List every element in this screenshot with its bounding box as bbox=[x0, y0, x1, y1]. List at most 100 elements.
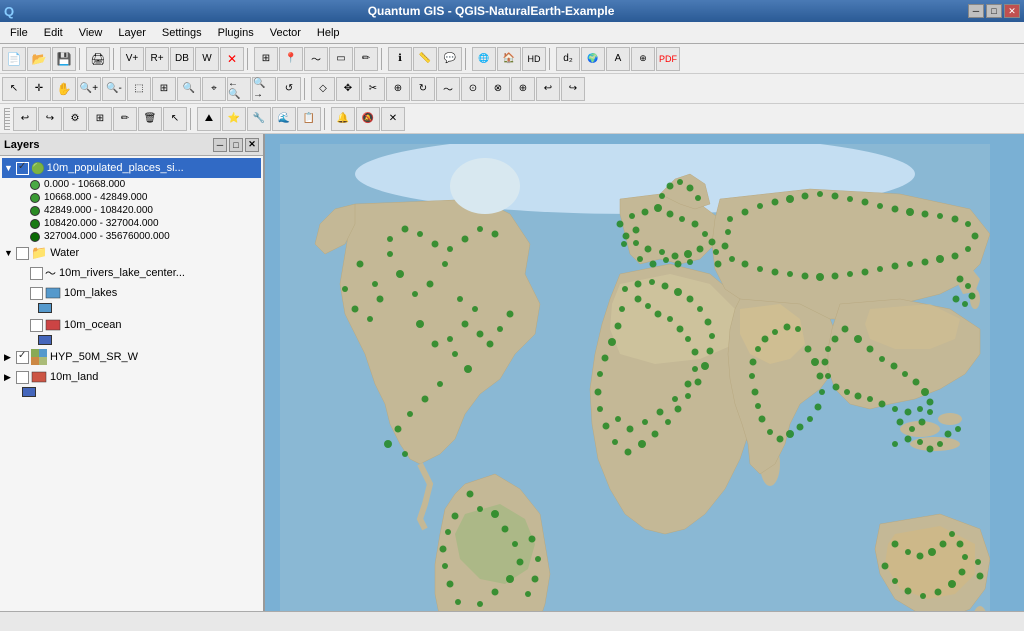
capture-poly-button[interactable]: ▭ bbox=[329, 47, 353, 71]
merge-button[interactable]: ⊕ bbox=[386, 77, 410, 101]
open-table-button[interactable]: ⊞ bbox=[254, 47, 278, 71]
undo-button[interactable]: ↩ bbox=[536, 77, 560, 101]
menu-layer[interactable]: Layer bbox=[110, 25, 154, 41]
add-db-button[interactable]: DB bbox=[170, 47, 194, 71]
add-vector-button[interactable]: V+ bbox=[120, 47, 144, 71]
checkbox-hyp[interactable] bbox=[16, 351, 29, 364]
pan-button[interactable]: ✛ bbox=[27, 77, 51, 101]
fill-ring-button[interactable]: ⊕ bbox=[511, 77, 535, 101]
land-swatch-row bbox=[2, 387, 261, 399]
menu-edit[interactable]: Edit bbox=[36, 25, 71, 41]
open-project-button[interactable]: 📂 bbox=[27, 47, 51, 71]
maximize-button[interactable]: □ bbox=[986, 4, 1002, 18]
measure2-button[interactable]: d₂ bbox=[556, 47, 580, 71]
labeling-button[interactable]: A bbox=[606, 47, 630, 71]
add-wms-button[interactable]: W bbox=[195, 47, 219, 71]
layers-maximize-button[interactable]: □ bbox=[229, 138, 243, 152]
zoom-last-button[interactable]: ←🔍 bbox=[227, 77, 251, 101]
simplify-button[interactable]: 〜 bbox=[436, 77, 460, 101]
remove-layer-button[interactable]: ✕ bbox=[220, 47, 244, 71]
delete-ring-button[interactable]: ⊗ bbox=[486, 77, 510, 101]
annotations-button[interactable]: 💬 bbox=[438, 47, 462, 71]
measure-button[interactable]: 📏 bbox=[413, 47, 437, 71]
zoom-layer-button[interactable]: 🔍 bbox=[177, 77, 201, 101]
capture-point-button[interactable]: 📍 bbox=[279, 47, 303, 71]
minimize-button[interactable]: ─ bbox=[968, 4, 984, 18]
layers-close-button[interactable]: ✕ bbox=[245, 138, 259, 152]
refresh-button[interactable]: ↺ bbox=[277, 77, 301, 101]
zoom-full-button[interactable]: ⊞ bbox=[152, 77, 176, 101]
checkbox-rivers[interactable] bbox=[30, 267, 43, 280]
identify-button[interactable]: ℹ bbox=[388, 47, 412, 71]
menu-file[interactable]: File bbox=[2, 25, 36, 41]
zoom-in-button[interactable]: 🔍+ bbox=[77, 77, 101, 101]
zoom-out-button[interactable]: 🔍- bbox=[102, 77, 126, 101]
settings2-button[interactable]: ⚙ bbox=[63, 107, 87, 131]
layer-row-lakes[interactable]: 10m_lakes bbox=[2, 283, 261, 303]
plugin5-button[interactable]: 📋 bbox=[297, 107, 321, 131]
redo2-button[interactable]: ↪ bbox=[38, 107, 62, 131]
zoom-select-button[interactable]: ⌖ bbox=[202, 77, 226, 101]
edit-button[interactable]: ✏ bbox=[354, 47, 378, 71]
checkbox-lakes[interactable] bbox=[30, 287, 43, 300]
split-button[interactable]: ✂ bbox=[361, 77, 385, 101]
star-button[interactable]: ⭐ bbox=[222, 107, 246, 131]
menu-settings[interactable]: Settings bbox=[154, 25, 210, 41]
menu-help[interactable]: Help bbox=[309, 25, 348, 41]
legend-item-3: 42849.000 - 108420.000 bbox=[2, 204, 261, 217]
legend-item-1: 0.000 - 10668.000 bbox=[2, 178, 261, 191]
redo-button[interactable]: ↪ bbox=[561, 77, 585, 101]
plugin7-button[interactable]: 🔕 bbox=[356, 107, 380, 131]
select-button[interactable]: ↖ bbox=[2, 77, 26, 101]
expand-arrow-land[interactable]: ▶ bbox=[4, 372, 16, 383]
capture-line-button[interactable]: 〜 bbox=[304, 47, 328, 71]
plugin6-button[interactable]: 🔔 bbox=[331, 107, 355, 131]
layer-row-water-group[interactable]: ▼ 📁 Water bbox=[2, 243, 261, 263]
trash-button[interactable]: 🗑 bbox=[138, 107, 162, 131]
new-project-button[interactable]: 📄 bbox=[2, 47, 26, 71]
map-area[interactable] bbox=[265, 134, 1024, 611]
menu-vector[interactable]: Vector bbox=[262, 25, 309, 41]
edit2-button[interactable]: ✏ bbox=[113, 107, 137, 131]
layer-row-hyp[interactable]: ▶ HYP_50M_SR_W bbox=[2, 347, 261, 367]
checkbox-populated[interactable] bbox=[16, 162, 29, 175]
layer-row-rivers[interactable]: 〜 10m_rivers_lake_center... bbox=[2, 263, 261, 283]
zoom-next-button[interactable]: 🔍→ bbox=[252, 77, 276, 101]
menu-plugins[interactable]: Plugins bbox=[210, 25, 262, 41]
add-ring-button[interactable]: ⊙ bbox=[461, 77, 485, 101]
terrain-button[interactable]: ⛰ bbox=[197, 107, 221, 131]
add-raster-button[interactable]: R+ bbox=[145, 47, 169, 71]
checkbox-ocean[interactable] bbox=[30, 319, 43, 332]
expand-arrow-hyp[interactable]: ▶ bbox=[4, 352, 16, 363]
zoom-rubber-button[interactable]: ⬚ bbox=[127, 77, 151, 101]
georef-button[interactable]: 🌍 bbox=[581, 47, 605, 71]
osm-button[interactable]: 🌐 bbox=[472, 47, 496, 71]
georef2-button[interactable]: ⊕ bbox=[631, 47, 655, 71]
layers-minimize-button[interactable]: ─ bbox=[213, 138, 227, 152]
plugin3-button[interactable]: 🔧 bbox=[247, 107, 271, 131]
node-tool-button[interactable]: ◇ bbox=[311, 77, 335, 101]
layer-row-land[interactable]: ▶ 10m_land bbox=[2, 367, 261, 387]
layer-row-populated-places[interactable]: ▼ 🟢 10m_populated_places_si... bbox=[2, 158, 261, 178]
close-button[interactable]: ✕ bbox=[1004, 4, 1020, 18]
checkbox-land[interactable] bbox=[16, 371, 29, 384]
checkbox-water[interactable] bbox=[16, 247, 29, 260]
plugin8-button[interactable]: ✕ bbox=[381, 107, 405, 131]
rotate-button[interactable]: ↻ bbox=[411, 77, 435, 101]
print-button[interactable]: 🖨 bbox=[86, 47, 110, 71]
bookmark-button[interactable]: 🏠 bbox=[497, 47, 521, 71]
select2-button[interactable]: ↖ bbox=[163, 107, 187, 131]
pdf-button[interactable]: PDF bbox=[656, 47, 680, 71]
hdtv-button[interactable]: HD bbox=[522, 47, 546, 71]
table2-button[interactable]: ⊞ bbox=[88, 107, 112, 131]
menu-view[interactable]: View bbox=[71, 25, 111, 41]
layers-tree: ▼ 🟢 10m_populated_places_si... 0.000 - 1… bbox=[0, 156, 263, 611]
expand-arrow-water[interactable]: ▼ bbox=[4, 248, 16, 258]
save-project-button[interactable]: 💾 bbox=[52, 47, 76, 71]
undo2-button[interactable]: ↩ bbox=[13, 107, 37, 131]
expand-arrow-populated[interactable]: ▼ bbox=[4, 163, 16, 173]
plugin4-button[interactable]: 🌊 bbox=[272, 107, 296, 131]
move-feature-button[interactable]: ✥ bbox=[336, 77, 360, 101]
pan-map-button[interactable]: ✋ bbox=[52, 77, 76, 101]
layer-row-ocean[interactable]: 10m_ocean bbox=[2, 315, 261, 335]
